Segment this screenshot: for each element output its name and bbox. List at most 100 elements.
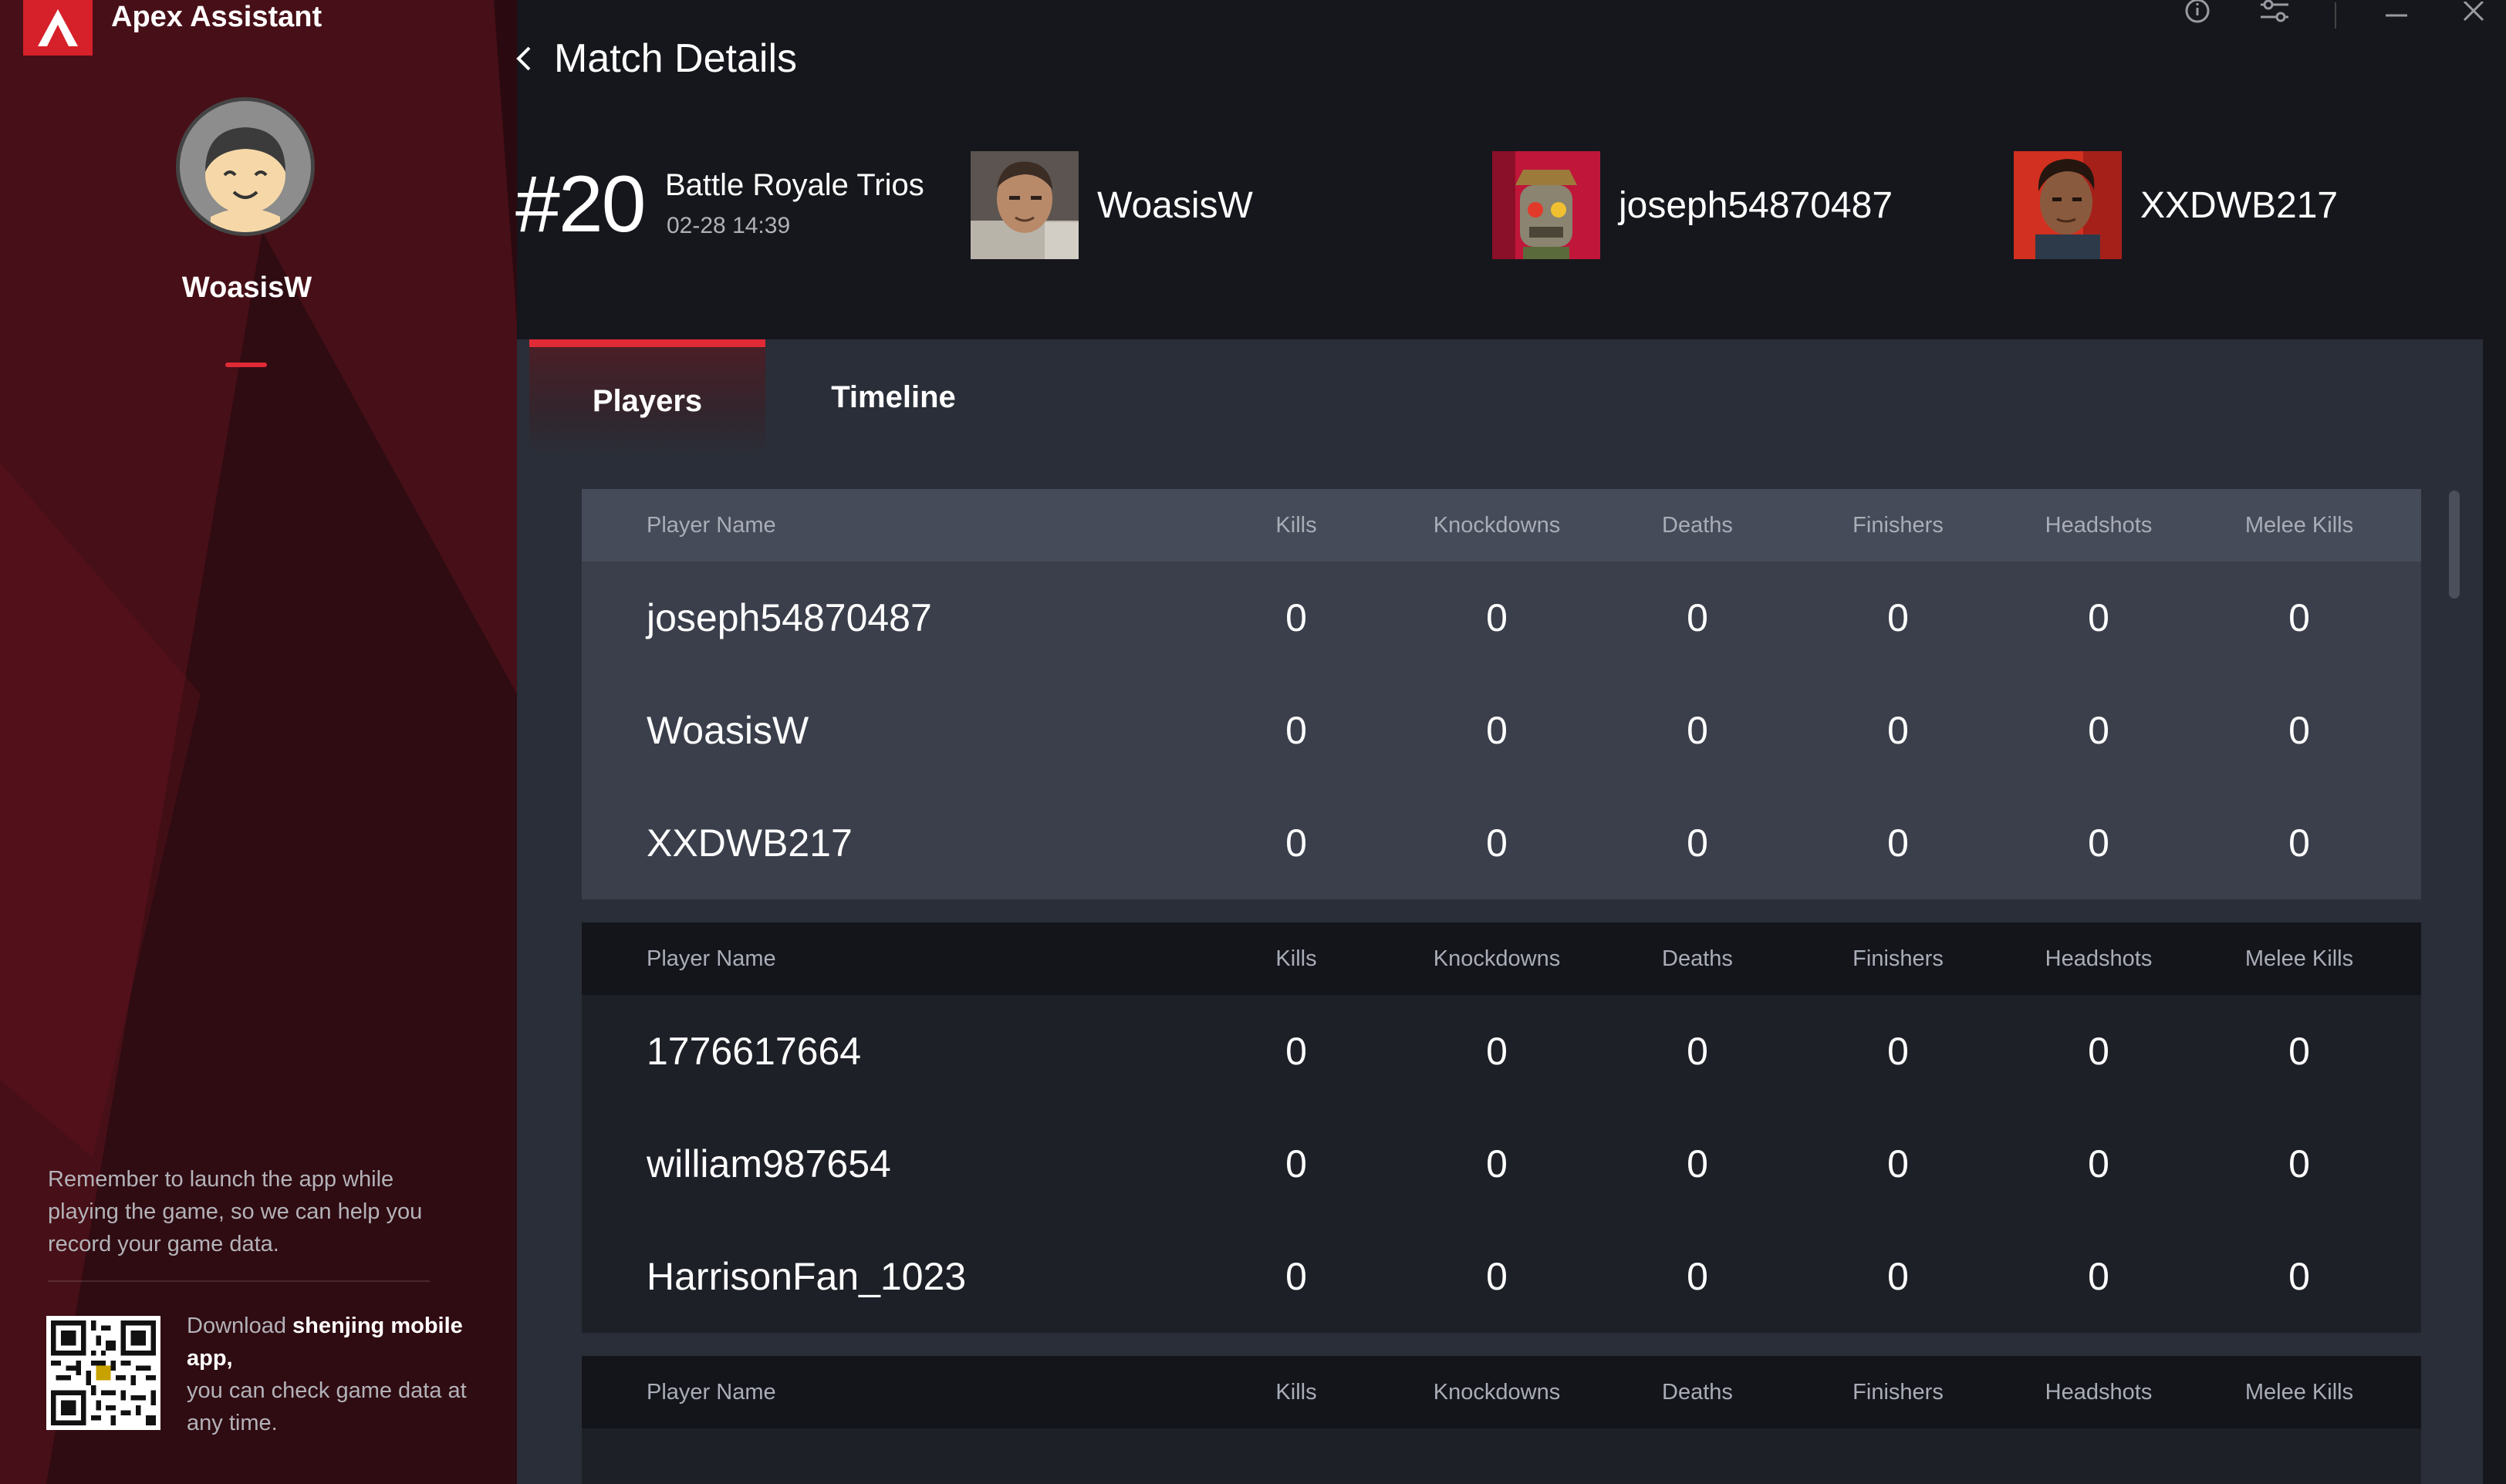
kills-value: 0 — [1285, 821, 1307, 865]
table-header: Player Name Kills Knockdowns Deaths Fini… — [582, 1356, 2421, 1428]
close-icon[interactable] — [2457, 2, 2491, 29]
finishers-value: 0 — [1887, 596, 1909, 639]
knockdowns-value: 0 — [1486, 821, 1508, 865]
finishers-value: 0 — [1887, 1255, 1909, 1298]
player-name: HarrisonFan_1023 — [647, 1255, 967, 1298]
username: WoasisW — [181, 272, 312, 304]
header-knockdowns: Knockdowns — [1433, 512, 1561, 538]
player-name: WoasisW — [647, 709, 809, 752]
header-finishers: Finishers — [1852, 512, 1944, 538]
finishers-value: 0 — [1887, 1030, 1909, 1073]
headshots-value: 0 — [2088, 821, 2109, 865]
deaths-value: 0 — [1687, 709, 1708, 752]
squad-member[interactable]: joseph54870487 — [1492, 151, 1893, 259]
team-table-own: Player Name Kills Knockdowns Deaths Fini… — [582, 489, 2421, 899]
legend-portrait-icon — [971, 151, 1079, 259]
squad-member-name: XXDWB217 — [2140, 184, 2339, 226]
minimize-icon[interactable] — [2379, 2, 2413, 29]
melee-kills-value: 0 — [2288, 821, 2310, 865]
match-rank: #20 — [515, 160, 647, 249]
deaths-value: 0 — [1687, 1142, 1708, 1186]
download-suffix: you can check game data at any time. — [187, 1378, 467, 1435]
header-headshots: Headshots — [2045, 946, 2153, 971]
squad-member[interactable]: WoasisW — [971, 151, 1253, 259]
team-table: Player Name Kills Knockdowns Deaths Fini… — [582, 1356, 2421, 1484]
deaths-value: 0 — [1687, 1255, 1708, 1298]
squad-member[interactable]: XXDWB217 — [2014, 151, 2338, 259]
qr-code-icon — [51, 1320, 156, 1425]
header-deaths: Deaths — [1662, 1379, 1733, 1405]
launch-tip: Remember to launch the app while playing… — [48, 1167, 423, 1256]
finishers-value: 0 — [1887, 821, 1909, 865]
header-player-name: Player Name — [647, 946, 776, 971]
header-finishers: Finishers — [1852, 1379, 1944, 1405]
back-button[interactable]: Match Details — [512, 35, 797, 82]
legend-portrait-icon — [1492, 151, 1600, 259]
knockdowns-value: 0 — [1486, 1255, 1508, 1298]
tab-bar: Players Timeline — [529, 339, 1022, 455]
header-knockdowns: Knockdowns — [1433, 1379, 1561, 1405]
player-name: XXDWB217 — [647, 821, 853, 865]
headshots-value: 0 — [2088, 1030, 2109, 1073]
table-row: XXDWB217 0 0 0 0 0 0 — [582, 787, 2421, 899]
header-kills: Kills — [1275, 946, 1317, 971]
header-finishers: Finishers — [1852, 946, 1944, 971]
player-name: joseph54870487 — [647, 596, 932, 639]
user-avatar-icon — [180, 101, 311, 232]
app-brand: Apex Assistant — [23, 0, 322, 56]
deaths-value: 0 — [1687, 596, 1708, 639]
apex-logo-icon — [23, 0, 93, 56]
melee-kills-value: 0 — [2288, 596, 2310, 639]
melee-kills-value: 0 — [2288, 1142, 2310, 1186]
kills-value: 0 — [1285, 1255, 1307, 1298]
tab-players[interactable]: Players — [529, 339, 765, 455]
knockdowns-value: 0 — [1486, 596, 1508, 639]
header-headshots: Headshots — [2045, 1379, 2153, 1405]
table-row: 1776617664 0 0 0 0 0 0 — [582, 995, 2421, 1108]
melee-kills-value: 0 — [2288, 709, 2310, 752]
header-kills: Kills — [1275, 1379, 1317, 1405]
settings-sliders-icon[interactable] — [2258, 0, 2292, 29]
tab-timeline[interactable]: Timeline — [765, 339, 1022, 455]
header-deaths: Deaths — [1662, 946, 1733, 971]
match-time: 02-28 14:39 — [667, 213, 791, 238]
player-name: 1776617664 — [647, 1030, 862, 1073]
table-row: william987654 0 0 0 0 0 0 — [582, 1108, 2421, 1220]
squad-member-name: WoasisW — [1097, 184, 1253, 226]
squad-member-name: joseph54870487 — [1619, 184, 1893, 226]
header-kills: Kills — [1275, 512, 1317, 538]
finishers-value: 0 — [1887, 709, 1909, 752]
kills-value: 0 — [1285, 596, 1307, 639]
scrollbar-thumb[interactable] — [2449, 491, 2460, 599]
header-knockdowns: Knockdowns — [1433, 946, 1561, 971]
finishers-value: 0 — [1887, 1142, 1909, 1186]
headshots-value: 0 — [2088, 1142, 2109, 1186]
team-table: Player Name Kills Knockdowns Deaths Fini… — [582, 922, 2421, 1333]
qr-code — [46, 1316, 160, 1430]
legend-portrait-icon — [2014, 151, 2122, 259]
header-player-name: Player Name — [647, 1379, 776, 1405]
player-name: william987654 — [647, 1142, 891, 1186]
avatar[interactable] — [176, 97, 315, 236]
sidebar: Apex Assistant WoasisW Remember to launc… — [0, 0, 517, 1484]
deaths-value: 0 — [1687, 1030, 1708, 1073]
header-melee-kills: Melee Kills — [2244, 946, 2354, 971]
table-row: joseph54870487 0 0 0 0 0 0 — [582, 562, 2421, 674]
info-icon[interactable] — [2180, 0, 2214, 29]
app-name: Apex Assistant — [111, 0, 323, 33]
download-promo: Download shenjing mobile app, you can ch… — [187, 1310, 480, 1439]
table-row: WoasisW 0 0 0 0 0 0 — [582, 674, 2421, 787]
knockdowns-value: 0 — [1486, 1142, 1508, 1186]
headshots-value: 0 — [2088, 1255, 2109, 1298]
window-controls-separator — [2335, 2, 2336, 29]
window-controls — [2180, 0, 2506, 31]
knockdowns-value: 0 — [1486, 1030, 1508, 1073]
headshots-value: 0 — [2088, 709, 2109, 752]
melee-kills-value: 0 — [2288, 1030, 2310, 1073]
match-mode: Battle Royale Trios — [665, 168, 924, 202]
table-row: HarrisonFan_1023 0 0 0 0 0 0 — [582, 1220, 2421, 1333]
match-details-panel: Players Timeline Player Name Kills Knock… — [517, 339, 2483, 1484]
deaths-value: 0 — [1687, 821, 1708, 865]
chevron-left-icon — [516, 46, 531, 71]
header-player-name: Player Name — [647, 512, 776, 538]
